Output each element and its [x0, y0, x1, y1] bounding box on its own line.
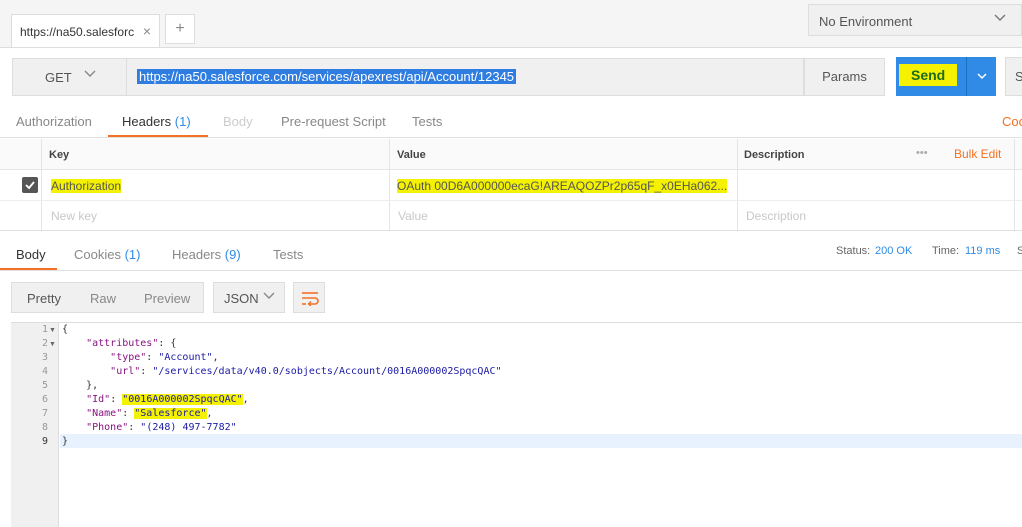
cookies-count: (1)	[124, 247, 141, 262]
fold-arrow-icon[interactable]: ▼	[49, 327, 56, 334]
chevron-down-icon	[262, 289, 276, 306]
view-raw-button[interactable]: Raw	[90, 291, 116, 306]
url-text: https://na50.salesforce.com/services/ape…	[137, 69, 517, 84]
chevron-down-icon	[993, 11, 1007, 28]
line-number: 8	[41, 422, 48, 433]
method-label: GET	[45, 70, 72, 85]
code-line: "type": "Account",	[110, 352, 219, 363]
time-value: 119 ms	[965, 245, 1001, 257]
response-tab-headers[interactable]: Headers (9)	[172, 247, 241, 262]
code-line: "Phone": "(248) 497-7782"	[86, 422, 237, 433]
code-line: "url": "/services/data/v40.0/sobjects/Ac…	[110, 366, 502, 377]
status-label: Status:	[836, 245, 871, 257]
new-tab-button[interactable]: +	[165, 14, 195, 44]
table-row: Authorization OAuth 00D6A000000ecaG!AREA…	[0, 170, 1022, 201]
column-key: Key	[49, 149, 70, 161]
request-tab-label: https://na50.salesforc	[20, 25, 135, 39]
request-tab[interactable]: https://na50.salesforc ×	[11, 14, 160, 48]
format-label: JSON	[224, 291, 259, 306]
divider	[0, 270, 1022, 271]
column-description: Description	[744, 149, 805, 161]
headers-count: (1)	[174, 114, 191, 129]
code-line: "Id": "0016A000002SpqcQAC",	[86, 394, 249, 405]
view-preview-button[interactable]: Preview	[144, 291, 190, 306]
tab-authorization[interactable]: Authorization	[16, 114, 92, 129]
code-line: "Name": "Salesforce",	[86, 408, 213, 419]
response-tab-body[interactable]: Body	[16, 247, 46, 262]
view-mode-group: Pretty Raw Preview	[11, 282, 204, 313]
new-description-input[interactable]: Description	[746, 209, 806, 223]
header-enabled-checkbox[interactable]	[22, 177, 38, 193]
header-key[interactable]: Authorization	[51, 179, 122, 193]
chevron-down-icon	[83, 67, 97, 84]
line-number: 9	[41, 436, 48, 447]
headers-table-header: Key Value Description ••• Bulk Edit	[0, 139, 1022, 170]
url-input[interactable]: https://na50.salesforce.com/services/ape…	[127, 58, 804, 96]
environment-select[interactable]: No Environment	[808, 4, 1022, 36]
save-label: S	[1015, 69, 1022, 84]
new-value-input[interactable]: Value	[398, 209, 428, 223]
line-number: 3	[41, 352, 48, 363]
send-options-button[interactable]	[966, 57, 996, 96]
wrap-lines-icon[interactable]	[293, 282, 325, 313]
method-select[interactable]: GET	[12, 58, 127, 96]
code-line: },	[86, 380, 99, 391]
fold-arrow-icon[interactable]: ▼	[49, 341, 56, 348]
divider	[0, 47, 1022, 48]
active-line-highlight	[60, 434, 1022, 448]
format-select[interactable]: JSON	[213, 282, 285, 313]
header-value[interactable]: OAuth 00D6A000000ecaG!AREAQOZPr2p65qF_x0…	[397, 179, 728, 193]
table-row: New key Value Description	[0, 201, 1022, 231]
bulk-edit-link[interactable]: Bulk Edit	[954, 147, 1001, 161]
close-icon[interactable]: ×	[143, 23, 151, 39]
line-number: 6	[41, 394, 48, 405]
column-value: Value	[397, 149, 426, 161]
view-pretty-button[interactable]: Pretty	[27, 291, 61, 306]
code-line: }	[62, 436, 69, 447]
status-value: 200 OK	[875, 245, 913, 257]
more-icon[interactable]: •••	[916, 147, 928, 159]
tab-pre-request-script[interactable]: Pre-request Script	[281, 114, 386, 129]
line-number: 2	[41, 338, 48, 349]
time-label: Time:	[932, 245, 960, 257]
line-number: 4	[41, 366, 48, 377]
divider	[0, 137, 1022, 138]
line-number: 1	[41, 324, 48, 335]
tab-tests[interactable]: Tests	[412, 114, 442, 129]
tab-headers[interactable]: Headers (1)	[122, 114, 191, 129]
send-button[interactable]: Send	[896, 57, 966, 96]
size-label: S	[1017, 245, 1022, 257]
line-number: 5	[41, 380, 48, 391]
id-value: "0016A000002SpqcQAC"	[122, 394, 243, 405]
save-button[interactable]: S	[1005, 57, 1022, 96]
tab-body[interactable]: Body	[223, 114, 253, 129]
send-label: Send	[899, 64, 958, 86]
response-tab-cookies[interactable]: Cookies (1)	[74, 247, 140, 262]
line-number: 7	[41, 408, 48, 419]
name-value: "Salesforce"	[134, 408, 207, 419]
response-tab-tests[interactable]: Tests	[273, 247, 303, 262]
code-line: "attributes": {	[86, 338, 177, 349]
params-button[interactable]: Params	[804, 58, 885, 96]
code-line: {	[62, 324, 69, 335]
response-headers-count: (9)	[224, 247, 241, 262]
environment-label: No Environment	[819, 14, 913, 29]
code-link[interactable]: Coo	[1002, 114, 1022, 129]
new-key-input[interactable]: New key	[51, 209, 97, 223]
chevron-down-icon	[976, 67, 988, 83]
